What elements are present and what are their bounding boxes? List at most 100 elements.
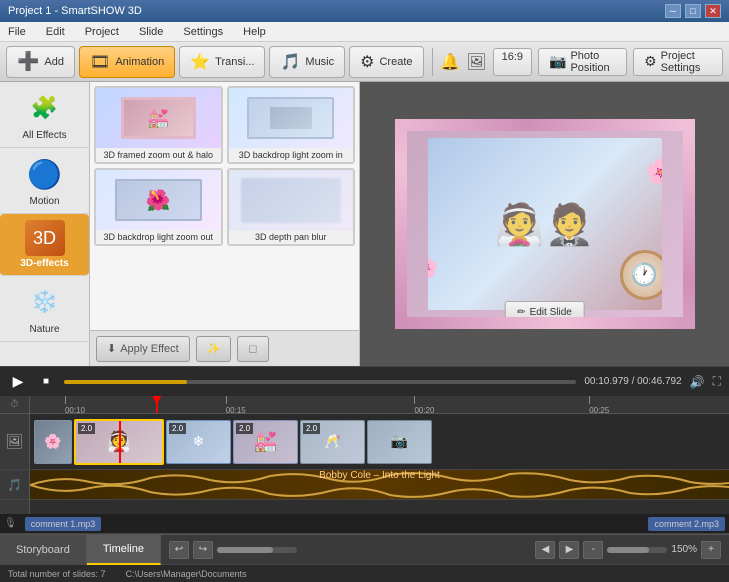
slide-item[interactable]: 🌸 [34,420,72,464]
settings-gear-icon: ⚙ [644,53,657,70]
image-icon[interactable]: 🖼 [466,52,486,72]
volume-icon[interactable]: 🔊 [690,375,705,389]
slide-items: 🌸 👰 2.0 ❄ 2.0 💒 2.0 [30,414,436,469]
3d-effects-icon: 3D [25,220,65,256]
ruler-container: 00:10 00:15 00:20 00:25 [30,396,729,413]
slides-count: Total number of slides: 7 [8,569,106,579]
menu-edit[interactable]: Edit [42,24,69,40]
effects-scroll-area[interactable]: 💒 3D framed zoom out & halo 3D backdrop … [90,82,359,330]
zoom-track[interactable] [217,547,297,553]
comment-item-1[interactable]: comment 1.mp3 [25,517,102,531]
maximize-button[interactable]: □ [685,4,701,18]
play-button[interactable]: ▶ [8,372,28,392]
slides-track-icon: 🖼 [6,433,24,450]
file-path: C:\Users\Manager\Documents [126,569,247,579]
menu-settings[interactable]: Settings [179,24,227,40]
close-button[interactable]: ✕ [705,4,721,18]
animation-button[interactable]: 🎞 Animation [79,46,175,78]
effect-thumb-2[interactable]: 🌺 3D backdrop light zoom out [94,168,223,246]
ratio-button[interactable]: 16:9 [493,48,532,76]
progress-track[interactable] [64,380,576,384]
storyboard-tab[interactable]: Storyboard [0,535,87,565]
comment-track: 🎙 comment 1.mp3 comment 2.mp3 [0,514,729,534]
sidebar-item-3d-effects[interactable]: 3D 3D-effects [0,214,89,276]
slides-track: 🌸 👰 2.0 ❄ 2.0 💒 2.0 [30,414,729,470]
audio-wave: Bobby Cole – Into the Light [30,470,729,499]
redo-button[interactable]: ↪ [193,541,213,559]
music-icon: 🎵 [280,52,300,72]
audio-track-icon: 🎵 [7,478,22,492]
menu-help[interactable]: Help [239,24,270,40]
progress-fill [64,380,187,384]
effect-options-button[interactable]: ✨ [196,336,232,362]
fullscreen-icon[interactable]: ⛶ [713,374,721,389]
apply-effect-button[interactable]: ⬇ Apply Effect [96,336,190,362]
slide-item[interactable]: 📷 [367,420,432,464]
transitions-button[interactable]: ⭐ Transi... [179,46,265,78]
bottom-bar: Storyboard Timeline ↩ ↪ ◀ ▶ - 150% + [0,534,729,564]
tracks-container: 🌸 👰 2.0 ❄ 2.0 💒 2.0 [30,414,729,514]
effect-thumb-1[interactable]: 3D backdrop light zoom in [227,86,356,164]
effects-panel: 🧩 All Effects 🔵 Motion 3D 3D-effects ❄️ … [0,82,90,366]
zoom-slider[interactable] [607,547,667,553]
slide-item[interactable]: ❄ 2.0 [166,420,231,464]
create-button[interactable]: ⚙ Create [349,46,423,78]
project-settings-button[interactable]: ⚙ Project Settings [633,48,723,76]
menu-file[interactable]: File [4,24,30,40]
effects-bottom-bar: ⬇ Apply Effect ✨ ◻ [90,330,359,366]
titlebar-controls: ─ □ ✕ [665,4,721,18]
effect-thumb-0[interactable]: 💒 3D framed zoom out & halo [94,86,223,164]
tick-2: 00:20 [414,396,434,414]
toolbar-right: 🔔 🖼 16:9 📷 Photo Position ⚙ Project Sett… [440,48,723,76]
effects-grid: 💒 3D framed zoom out & halo 3D backdrop … [90,82,360,366]
main-area: 🧩 All Effects 🔵 Motion 3D 3D-effects ❄️ … [0,82,729,366]
prev-frame-button[interactable]: ◀ [535,541,555,559]
timeline-tracks-area: 🖼 🎵 🌸 👰 2.0 ❄ [0,414,729,514]
track-label-audio: 🎵 [0,470,29,500]
audio-track-label: Bobby Cole – Into the Light [319,470,440,481]
playhead[interactable] [156,396,158,413]
edit-slide-button[interactable]: ✏ Edit Slide [504,301,585,323]
zoom-out-button[interactable]: - [583,541,603,559]
zoom-slider-fill [607,547,649,553]
menu-project[interactable]: Project [81,24,123,40]
track-label-slides: 🖼 [0,414,29,470]
menu-slide[interactable]: Slide [135,24,167,40]
add-button[interactable]: ➕ Add [6,46,75,78]
slide-item[interactable]: 💒 2.0 [233,420,298,464]
minimize-button[interactable]: ─ [665,4,681,18]
preview-area: 👰🤵 🕐 🌸 🌸 ✏ Edit Slide [360,82,729,366]
zoom-in-button[interactable]: + [701,541,721,559]
timeline-tab[interactable]: Timeline [87,535,161,565]
sidebar-item-nature[interactable]: ❄️ Nature [0,276,89,342]
create-icon: ⚙ [360,52,374,72]
toolbar-separator [432,48,433,76]
comment-item-2[interactable]: comment 2.mp3 [648,517,725,531]
add-icon: ➕ [17,51,39,72]
sidebar-item-all-effects[interactable]: 🧩 All Effects [0,82,89,148]
sidebar-item-motion[interactable]: 🔵 Motion [0,148,89,214]
menubar: File Edit Project Slide Settings Help [0,22,729,42]
photo-position-button[interactable]: 📷 Photo Position [538,48,627,76]
effect-delete-button[interactable]: ◻ [237,336,268,362]
time-display: 00:10.979 / 00:46.792 [584,376,681,387]
slide-item-active[interactable]: 👰 2.0 [74,419,164,465]
nature-icon: ❄️ [25,282,65,322]
music-button[interactable]: 🎵 Music [269,46,345,78]
tick-0: 00:10 [65,396,85,414]
notification-icon[interactable]: 🔔 [440,52,460,72]
playback-bar: ▶ ■ 00:10.979 / 00:46.792 🔊 ⛶ [0,366,729,396]
edit-pencil-icon: ✏ [517,307,525,318]
mic-icon: 🎙 [4,518,17,529]
effect-thumb-3[interactable]: 3D depth pan blur [227,168,356,246]
zoom-percentage: 150% [671,544,697,555]
slide-item[interactable]: 🥂 2.0 [300,420,365,464]
timeline-ruler-icon: ⏱ [11,399,19,410]
stop-button[interactable]: ■ [36,372,56,392]
undo-button[interactable]: ↩ [169,541,189,559]
apply-effect-icon: ⬇ [107,342,116,355]
toolbar: ➕ Add 🎞 Animation ⭐ Transi... 🎵 Music ⚙ … [0,42,729,82]
preview-frame: 👰🤵 🕐 🌸 🌸 ✏ Edit Slide [395,119,695,329]
track-labels: 🖼 🎵 [0,414,30,514]
next-frame-button[interactable]: ▶ [559,541,579,559]
